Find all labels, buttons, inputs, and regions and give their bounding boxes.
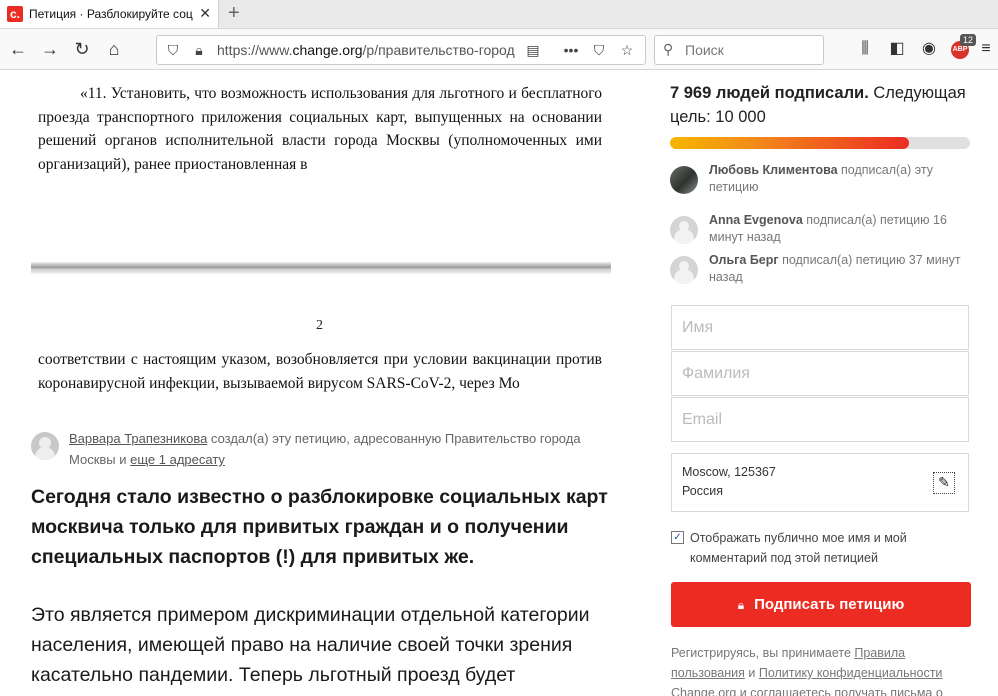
more-recipients-link[interactable]: еще 1 адресату [130, 452, 225, 467]
first-name-placeholder: Имя [682, 319, 714, 336]
decree-excerpt-paragraph-2: соответствии с настоящим указом, возобно… [38, 351, 602, 392]
shield-icon[interactable]: ⛉ [163, 40, 183, 60]
menu-icon[interactable]: ≡ [974, 37, 998, 61]
location-country: Россия [682, 484, 723, 498]
bookmark-star-icon[interactable]: ☆ [617, 40, 637, 60]
account-icon[interactable]: ◉ [917, 37, 941, 61]
lock-icon: 🔒︎ [737, 598, 745, 612]
search-icon: ⚲ [663, 41, 674, 57]
location-field[interactable]: Moscow, 125367 Россия ✎ [671, 453, 969, 512]
signature-count: 7 969 людей подписали. Следующая цель: 1… [670, 81, 970, 129]
lock-icon[interactable]: 🔒︎ [189, 40, 209, 60]
address-bar[interactable]: ⛉ 🔒︎ https://www.change.org/p/правительс… [156, 35, 646, 65]
signature-progress-fill [670, 137, 910, 149]
display-publicly-label[interactable]: Отображать публично мое имя и мой коммен… [690, 528, 970, 568]
forward-button-icon[interactable]: → [38, 37, 62, 61]
tab-strip: c. Петиция · Разблокируйте соц ✕ + [0, 0, 998, 29]
email-field[interactable]: Email [671, 397, 969, 442]
signature-progress-bar [670, 137, 970, 149]
navigation-toolbar: ← → ↻ ⌂ ⛉ 🔒︎ https://www.change.org/p/пр… [0, 29, 998, 70]
signer-name: Anna Evgenova [709, 213, 803, 227]
url-domain: change.org [292, 42, 363, 58]
petition-body-text: Это является примером дискриминации отде… [31, 604, 590, 686]
last-name-placeholder: Фамилия [682, 365, 750, 382]
new-tab-icon[interactable]: + [228, 2, 240, 25]
petition-lead-text: Сегодня стало известно о разблокировке с… [31, 486, 608, 568]
signer-text: Anna Evgenova подписал(а) петицию 16 мин… [709, 212, 971, 246]
sign-petition-label: Подписать петицию [754, 596, 905, 613]
reader-view-icon[interactable]: ▤ [523, 40, 543, 60]
document-page-number: 2 [316, 318, 323, 333]
signer-name: Ольга Берг [709, 253, 779, 267]
url-text[interactable]: https://www.change.org/p/правительство-г… [217, 42, 517, 58]
home-icon[interactable]: ⌂ [102, 37, 126, 61]
signer-avatar [670, 256, 698, 284]
email-placeholder: Email [682, 411, 723, 428]
reload-icon[interactable]: ↻ [70, 37, 94, 61]
tab-title: Петиция · Разблокируйте соц [29, 7, 193, 21]
display-publicly-checkbox[interactable]: ✓ [671, 531, 684, 544]
petition-main-column: «11. Установить, что возможность использ… [0, 70, 640, 696]
change-org-favicon-icon: c. [7, 6, 23, 22]
url-path: /p/правительство-город [362, 42, 515, 58]
library-icon[interactable]: ⫼ [853, 37, 877, 61]
first-name-field[interactable]: Имя [671, 305, 969, 350]
signer-avatar [670, 216, 698, 244]
sign-petition-button[interactable]: 🔒︎ Подписать петицию [671, 582, 971, 627]
location-city: Moscow, 125367 [682, 465, 776, 479]
signer-avatar [670, 166, 698, 194]
page-actions-icon[interactable]: ••• [561, 40, 581, 60]
last-name-field[interactable]: Фамилия [671, 351, 969, 396]
signature-count-bold: 7 969 людей подписали. [670, 84, 869, 102]
signer-text: Ольга Берг подписал(а) петицию 37 минут … [709, 252, 971, 286]
search-box[interactable]: ⚲ Поиск [654, 35, 824, 65]
terms-text-1: Регистрируясь, вы принимаете [671, 646, 855, 660]
decree-excerpt-paragraph-1: «11. Установить, что возможность использ… [38, 85, 602, 173]
url-prefix: https://www. [217, 42, 293, 58]
back-button-icon[interactable]: ← [6, 37, 30, 61]
signer-text: Любовь Климентова подписал(а) эту петици… [709, 162, 971, 196]
search-placeholder: Поиск [685, 42, 724, 58]
creator-text: Варвара Трапезникова создал(а) эту петиц… [69, 428, 609, 470]
close-tab-icon[interactable]: ✕ [199, 5, 211, 22]
document-page-break [31, 262, 611, 274]
signer-name: Любовь Климентова [709, 163, 838, 177]
terms-text-3: Change.org и соглашаетесь получать письм… [671, 686, 943, 696]
browser-tab[interactable]: c. Петиция · Разблокируйте соц ✕ [0, 0, 219, 28]
privacy-policy-link[interactable]: Политику конфиденциальности [759, 666, 943, 680]
edit-location-icon[interactable]: ✎ [933, 472, 955, 494]
terms-notice: Регистрируясь, вы принимаете Правила пол… [671, 643, 971, 696]
terms-text-2: и [744, 666, 759, 680]
creator-avatar [31, 432, 59, 460]
creator-name-link[interactable]: Варвара Трапезникова [69, 431, 207, 446]
sidebar-icon[interactable]: ◧ [885, 37, 909, 61]
pocket-icon[interactable]: ⛉ [589, 40, 609, 60]
